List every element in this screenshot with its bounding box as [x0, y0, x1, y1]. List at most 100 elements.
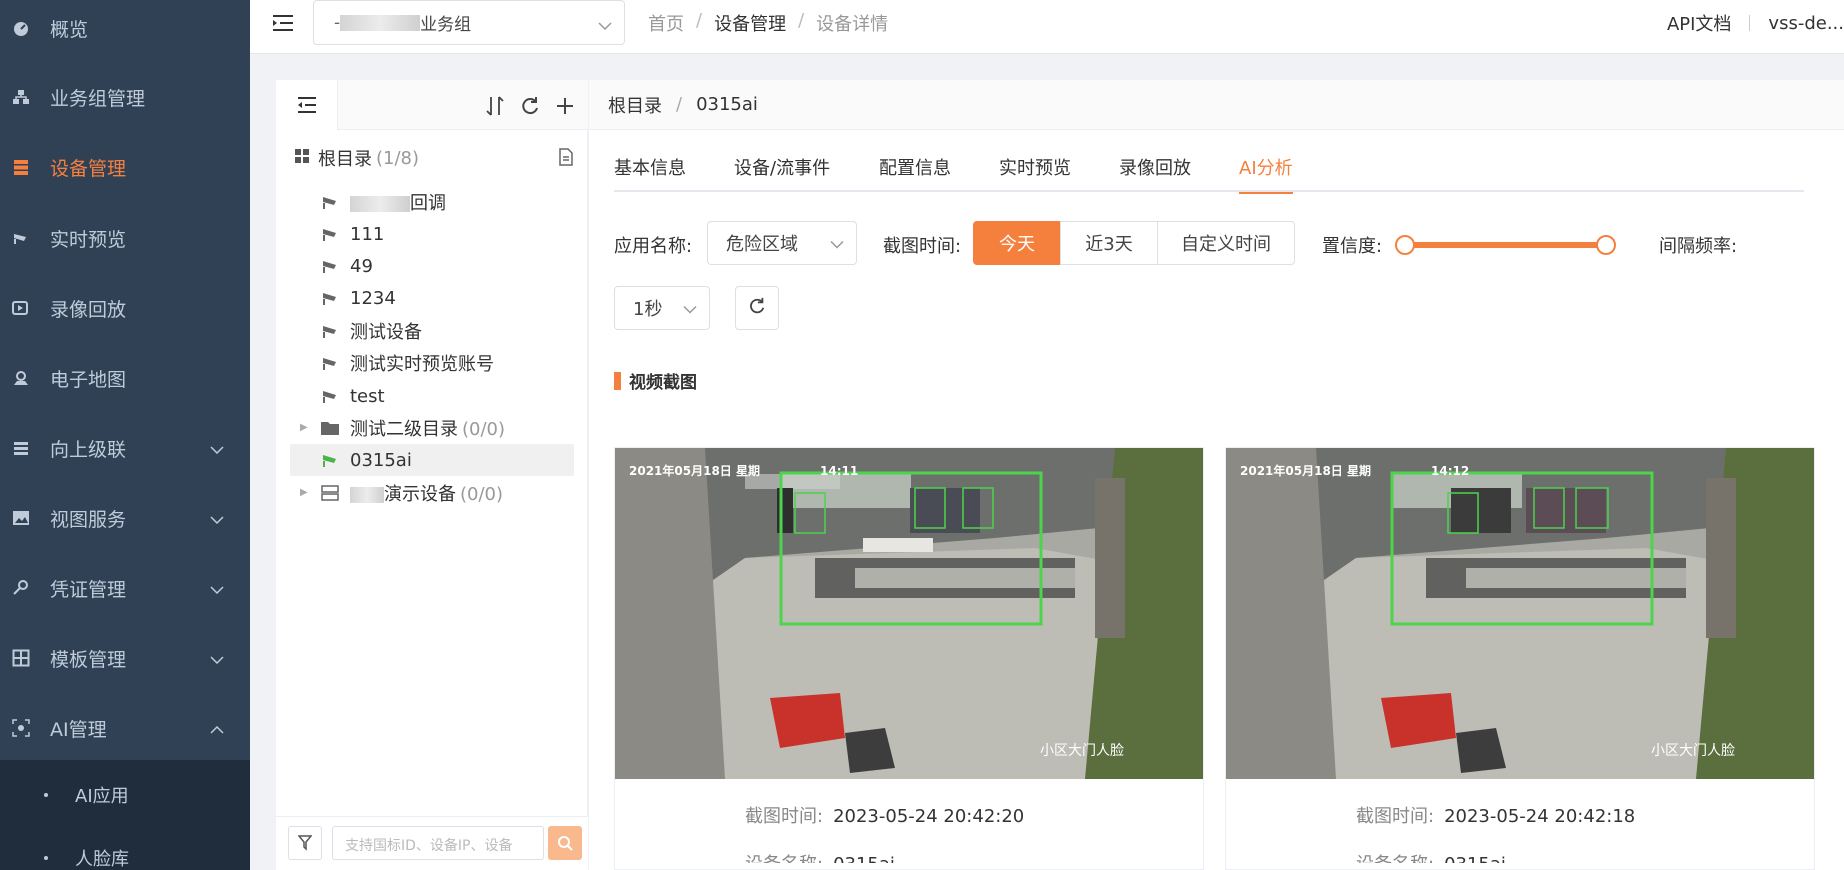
tree-search-input[interactable]: 支持国标ID、设备IP、设备 [332, 826, 544, 860]
breadcrumb-device-management[interactable]: 设备管理 [714, 10, 786, 36]
sidebar-item-view-service[interactable]: 视图服务 [0, 483, 250, 553]
top-header: - 业务组 首页 / 设备管理 / 设备详情 API文档 vss-de... [250, 0, 1844, 54]
tree-item-device[interactable]: 测试设备 [290, 315, 574, 347]
confidence-slider-min-handle[interactable] [1395, 235, 1415, 255]
sidebar: 概览 业务组管理 设备管理 实时预览 录像回放 电子地图 向上级联 视图服务 凭… [0, 0, 250, 870]
sidebar-item-device-management[interactable]: 设备管理 [0, 132, 250, 202]
confidence-slider-track[interactable] [1405, 242, 1605, 248]
sidebar-item-label: 视图服务 [50, 508, 127, 531]
caret-right-icon[interactable]: ▶ [300, 422, 308, 433]
camera-icon [320, 224, 340, 244]
sidebar-item-template[interactable]: 模板管理 [0, 623, 250, 693]
tree-item-device[interactable]: 49 [290, 250, 574, 282]
submenu-item-face-library[interactable]: 人脸库 [0, 833, 250, 870]
filter-icon[interactable] [288, 826, 322, 860]
osd-date: 2021年05月18日 星期 [1240, 463, 1371, 478]
tab-basic-info[interactable]: 基本信息 [614, 142, 686, 192]
search-button[interactable] [548, 826, 582, 860]
collapse-tree-icon[interactable] [276, 80, 338, 130]
time-3days-button[interactable]: 近3天 [1060, 221, 1158, 265]
redacted-block [350, 196, 410, 212]
breadcrumb-separator: / [696, 10, 703, 31]
confidence-slider-max-handle[interactable] [1596, 235, 1616, 255]
redacted-block [340, 14, 421, 31]
tree-item-count: (0/0) [460, 484, 504, 505]
tab-playback[interactable]: 录像回放 [1119, 142, 1191, 192]
api-doc-link[interactable]: API文档 [1667, 10, 1731, 36]
image-icon [12, 509, 30, 527]
time-custom-button[interactable]: 自定义时间 [1157, 221, 1295, 265]
tree-item-label: 1234 [350, 287, 396, 309]
snapshot-card[interactable]: 2021年05月18日 星期 14:11 小区大门人脸 截图时间: 2023-05… [614, 447, 1204, 870]
refresh-icon[interactable] [519, 95, 541, 117]
sidebar-item-label: 业务组管理 [50, 87, 146, 110]
osd-date: 2021年05月18日 星期 [629, 463, 760, 478]
tab-ai-analysis[interactable]: AI分析 [1239, 142, 1293, 194]
sidebar-item-credential[interactable]: 凭证管理 [0, 553, 250, 623]
section-title: 视频截图 [614, 368, 697, 393]
tree-item-label: test [350, 385, 385, 407]
time-today-button[interactable]: 今天 [973, 221, 1061, 265]
tree-item-device[interactable]: 111 [290, 218, 574, 250]
business-group-select[interactable]: - 业务组 [313, 0, 625, 45]
tree-item-device-selected[interactable]: 0315ai [290, 444, 574, 476]
key-icon [12, 579, 30, 597]
submenu-item-ai-app[interactable]: AI应用 [0, 770, 250, 820]
sidebar-item-ai-management[interactable]: AI管理 [0, 693, 250, 763]
camera-icon [12, 229, 30, 247]
accent-bar [614, 371, 621, 390]
tree-item-device[interactable]: test [290, 380, 574, 412]
tab-config-info[interactable]: 配置信息 [879, 142, 951, 192]
snapshot-time-label: 截图时间: [745, 806, 824, 827]
breadcrumb-home[interactable]: 首页 [648, 10, 684, 36]
tree-item-folder[interactable]: ▶ 测试二级目录 (0/0) [290, 412, 574, 444]
export-doc-icon[interactable] [558, 148, 574, 171]
tree-item-label: 测试实时预览账号 [350, 354, 494, 375]
tree-item-device[interactable]: 回调 [290, 186, 574, 218]
caret-right-icon[interactable]: ▶ [300, 487, 308, 498]
breadcrumb-separator: / [676, 94, 683, 115]
org-icon [12, 88, 30, 106]
chevron-down-icon [598, 15, 612, 35]
sidebar-item-cascade[interactable]: 向上级联 [0, 413, 250, 483]
refresh-icon [748, 297, 766, 319]
snapshot-time-label: 截图时间: [1356, 806, 1435, 827]
menu-toggle-icon[interactable] [272, 13, 294, 33]
camera-icon [320, 321, 340, 341]
snapshot-device-row: 设备名称: 0315ai [1356, 850, 1506, 870]
add-icon[interactable] [554, 95, 576, 117]
snapshot-image[interactable]: 2021年05月18日 星期 14:12 小区大门人脸 [1226, 448, 1814, 779]
tree-item-label: 回调 [410, 193, 446, 214]
user-menu[interactable]: vss-de... [1768, 13, 1844, 34]
chevron-down-icon [210, 507, 224, 529]
sidebar-item-emap[interactable]: 电子地图 [0, 343, 250, 413]
sidebar-item-playback[interactable]: 录像回放 [0, 273, 250, 343]
refresh-button[interactable] [735, 286, 779, 330]
tree-item-server[interactable]: ▶ 演示设备 (0/0) [290, 477, 574, 509]
app-name-select[interactable]: 危险区域 [707, 221, 857, 265]
tree-item-device[interactable]: 测试实时预览账号 [290, 347, 574, 379]
section-title-text: 视频截图 [629, 373, 697, 393]
tab-live-preview[interactable]: 实时预览 [999, 142, 1071, 192]
snapshot-device-row: 设备名称: 0315ai [745, 850, 895, 863]
breadcrumb-root[interactable]: 根目录 [608, 92, 662, 118]
tree-toolbar [276, 80, 588, 130]
detail-tabs: 基本信息 设备/流事件 配置信息 实时预览 录像回放 AI分析 [614, 142, 1804, 194]
camera-icon [320, 288, 340, 308]
tab-device-events[interactable]: 设备/流事件 [734, 142, 830, 192]
snapshot-image[interactable]: 2021年05月18日 星期 14:11 小区大门人脸 [615, 448, 1203, 779]
tree-item-device[interactable]: 1234 [290, 282, 574, 314]
capture-time-label: 截图时间: [883, 236, 962, 257]
sidebar-item-label: 模板管理 [50, 648, 127, 671]
sidebar-item-business-group[interactable]: 业务组管理 [0, 62, 250, 132]
sort-icon[interactable] [484, 95, 506, 117]
sidebar-item-live-preview[interactable]: 实时预览 [0, 203, 250, 273]
confidence-label: 置信度: [1322, 236, 1383, 257]
snapshot-device-value: 0315ai [1444, 854, 1506, 870]
osd-camera-name: 小区大门人脸 [1651, 743, 1735, 759]
interval-select[interactable]: 1秒 [614, 286, 710, 330]
sidebar-item-label: 概览 [50, 18, 89, 41]
tree-root[interactable]: 根目录 (1/8) [294, 140, 574, 176]
snapshot-card[interactable]: 2021年05月18日 星期 14:12 小区大门人脸 截图时间: 2023-05… [1225, 447, 1815, 870]
sidebar-item-overview[interactable]: 概览 [0, 0, 250, 63]
